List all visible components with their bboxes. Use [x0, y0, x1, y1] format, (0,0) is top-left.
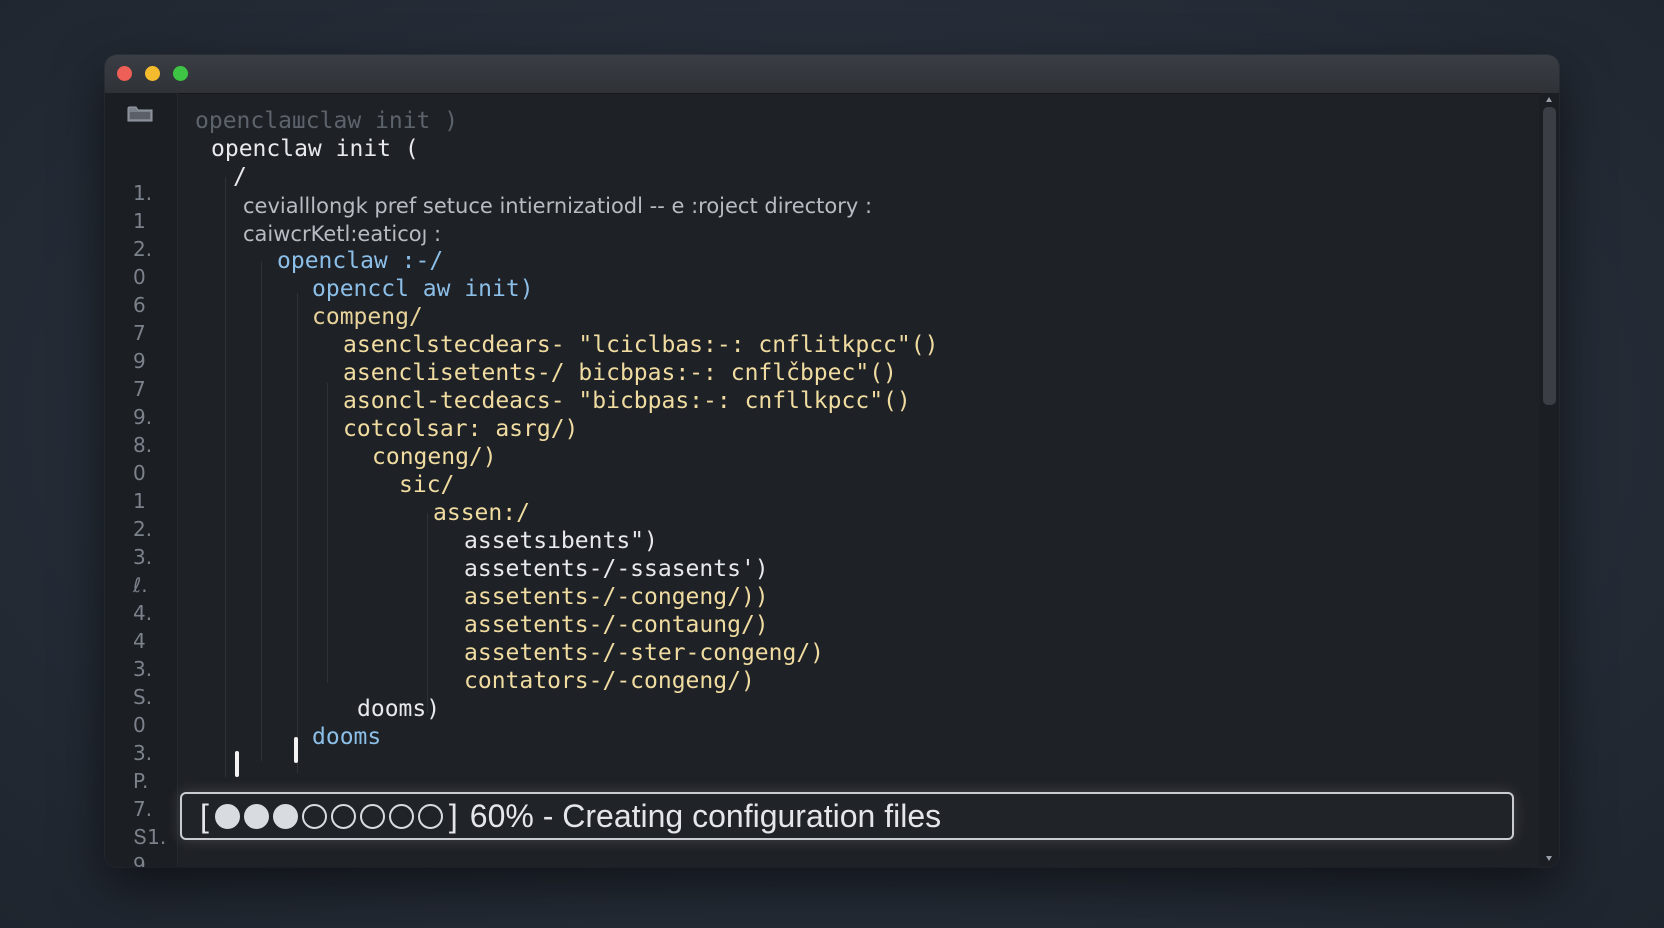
text-cursor	[235, 751, 239, 777]
vertical-scrollbar[interactable]	[1539, 93, 1559, 867]
terminal-window: 1. 1 2. 0 6 7 9 7 9. 8. 0 1 2. 3. ℓ. 4. …	[105, 55, 1559, 867]
maximize-icon[interactable]	[173, 66, 188, 81]
code-line: asenclstecdears- "lciclbas:-: cnflitkpcc…	[343, 332, 939, 358]
line-number: S.	[133, 685, 153, 709]
line-number: 7	[133, 377, 146, 401]
code-line: openccl aw init)	[312, 276, 534, 302]
line-number: 3.	[133, 741, 153, 765]
progress-dots	[213, 803, 445, 829]
indent-guide	[427, 513, 428, 713]
code-line: cevialllongk pref setuce intiernizatiodl…	[243, 194, 873, 218]
code-line: compeng/	[312, 304, 423, 330]
scroll-down-icon[interactable]	[1546, 856, 1552, 861]
code-line: assetsıbents")	[464, 528, 658, 554]
progress-dot-filled	[243, 803, 269, 829]
progress-open-bracket: [	[200, 797, 209, 834]
line-number: 7.	[133, 797, 153, 821]
progress-dot-empty	[359, 803, 385, 829]
line-number: P.	[133, 769, 149, 793]
title-bar	[105, 55, 1559, 94]
line-number-gutter: 1. 1 2. 0 6 7 9 7 9. 8. 0 1 2. 3. ℓ. 4. …	[105, 93, 178, 867]
progress-dot-empty	[417, 803, 443, 829]
line-number: 4	[133, 629, 146, 653]
code-line: /	[233, 164, 247, 190]
progress-dot-filled	[272, 803, 298, 829]
line-number: 9.	[133, 405, 153, 429]
code-line: openclaw :-/	[277, 248, 444, 274]
code-line: dooms	[312, 724, 382, 750]
progress-dot-empty	[330, 803, 356, 829]
code-line: openclaw init (	[211, 136, 419, 162]
code-line: asenclisetents-/ bicbpas:-: cnflčbpec"()	[343, 360, 897, 386]
line-number: ℓ.	[133, 573, 148, 597]
line-number: 0	[133, 265, 146, 289]
code-line: caiwcrKetl:eaticoյ :	[243, 222, 442, 246]
progress-label: 60% - Creating configuration files	[469, 797, 942, 834]
line-number: 2.	[133, 237, 153, 261]
line-number: 9.	[133, 853, 153, 867]
code-line: assetents-/-congeng/))	[464, 584, 769, 610]
line-number: 7	[133, 321, 146, 345]
text-cursor	[294, 737, 298, 763]
code-line: assetents-/-ssasents')	[464, 556, 769, 582]
code-line: contators-/-congeng/)	[464, 668, 755, 694]
indent-guide	[327, 383, 328, 683]
line-number: 8.	[133, 433, 153, 457]
code-line: dooms)	[357, 696, 441, 722]
indent-guide	[225, 177, 226, 777]
line-number: 3.	[133, 545, 153, 569]
line-number: 1	[133, 489, 146, 513]
line-number: Տ1.	[133, 825, 167, 849]
line-number: 3.	[133, 657, 153, 681]
line-number: 6	[133, 293, 146, 317]
progress-dot-empty	[301, 803, 327, 829]
indent-guide	[261, 261, 262, 761]
code-line: assetents-/-contaung/)	[464, 612, 769, 638]
line-number: 4.	[133, 601, 153, 625]
code-line: asoncl-tecdeacs- "bicbpas:-: cnfllkpcc"(…	[343, 388, 911, 414]
progress-close-bracket: ]	[448, 797, 458, 834]
progress-dot-empty	[388, 803, 414, 829]
minimize-icon[interactable]	[145, 66, 160, 81]
scroll-thumb[interactable]	[1543, 107, 1556, 405]
code-header: openclaшclaw init )	[195, 108, 459, 134]
line-number: 9	[133, 349, 146, 373]
line-number: 0	[133, 713, 146, 737]
code-line: assen:/	[433, 500, 530, 526]
line-number: 0	[133, 461, 146, 485]
indent-guide	[297, 293, 298, 773]
code-area[interactable]: openclaшclaw init ) openclaw init ( / ce…	[177, 93, 1537, 867]
line-number: 1.	[133, 181, 153, 205]
progress-dot-filled	[214, 803, 240, 829]
code-line: cotcolsar: asrg/)	[343, 416, 579, 442]
code-line: sic/	[399, 472, 455, 498]
code-line: assetents-/-ster-congeng/)	[464, 640, 825, 666]
close-icon[interactable]	[117, 66, 132, 81]
folder-icon[interactable]	[127, 105, 153, 122]
line-number: 2.	[133, 517, 153, 541]
progress-indicator: [ ] 60% - Creating configuration files	[180, 792, 1514, 840]
scroll-up-icon[interactable]	[1546, 97, 1552, 102]
code-line: congeng/)	[372, 444, 497, 470]
line-number: 1	[133, 209, 146, 233]
